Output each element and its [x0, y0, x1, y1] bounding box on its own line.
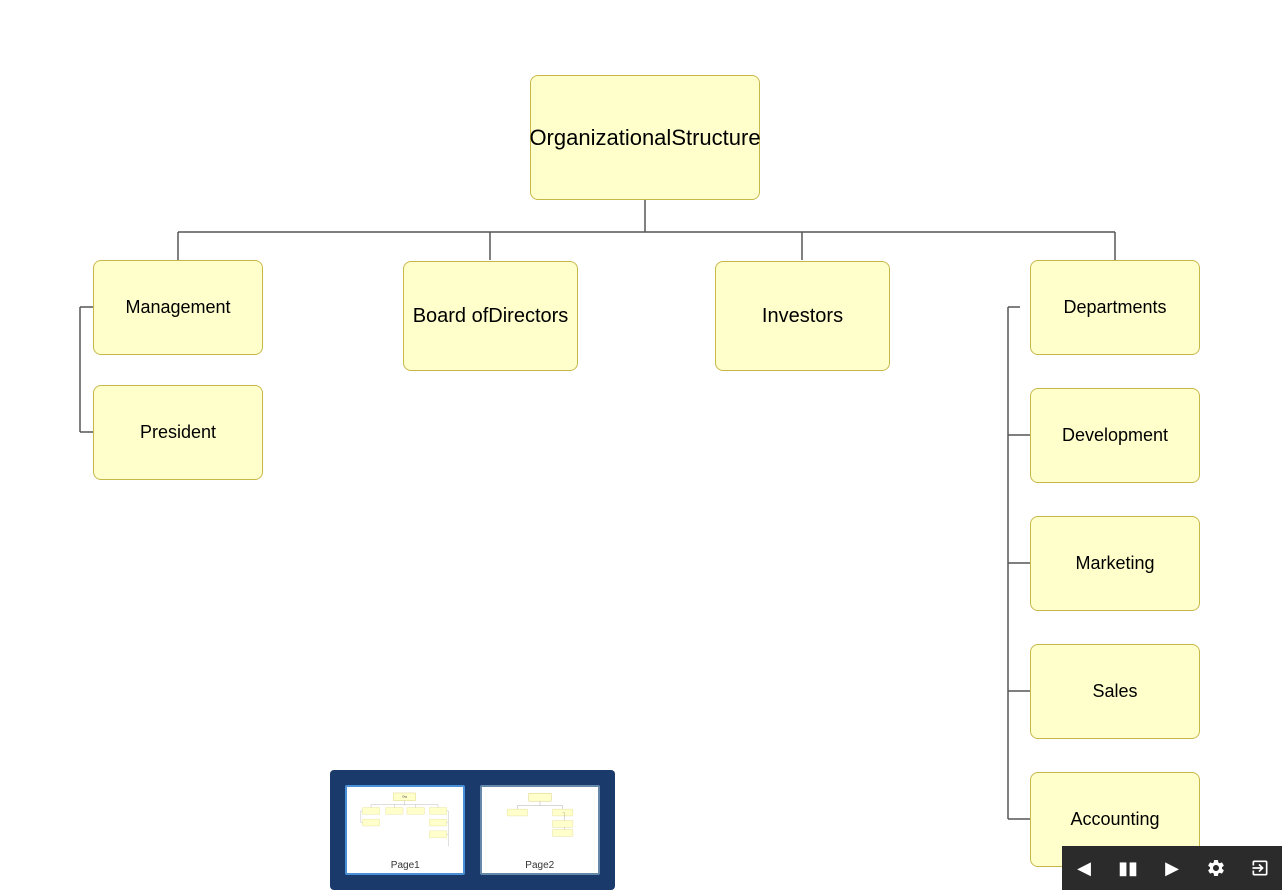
management-node[interactable]: Management — [93, 260, 263, 355]
development-node[interactable]: Development — [1030, 388, 1200, 483]
page1-thumb[interactable]: Org — [345, 785, 465, 875]
diagram-area: OrganizationalStructure Management Presi… — [0, 0, 1282, 890]
sales-node[interactable]: Sales — [1030, 644, 1200, 739]
board-node[interactable]: Board ofDirectors — [403, 261, 578, 371]
page-navigator: Org — [330, 770, 615, 890]
investors-node[interactable]: Investors — [715, 261, 890, 371]
back-button[interactable]: ◀ — [1062, 846, 1106, 890]
forward-button[interactable]: ▶ — [1150, 846, 1194, 890]
svg-text:Org: Org — [402, 794, 407, 798]
page2-label: Page2 — [525, 860, 554, 871]
settings-button[interactable] — [1194, 846, 1238, 890]
marketing-node[interactable]: Marketing — [1030, 516, 1200, 611]
page2-thumb[interactable]: Page2 — [480, 785, 600, 875]
president-node[interactable]: President — [93, 385, 263, 480]
bottom-toolbar: ◀ ▮▮ ▶ — [1062, 846, 1282, 890]
departments-node[interactable]: Departments — [1030, 260, 1200, 355]
pause-button[interactable]: ▮▮ — [1106, 846, 1150, 890]
page1-label: Page1 — [391, 860, 420, 871]
exit-button[interactable] — [1238, 846, 1282, 890]
root-node[interactable]: OrganizationalStructure — [530, 75, 760, 200]
